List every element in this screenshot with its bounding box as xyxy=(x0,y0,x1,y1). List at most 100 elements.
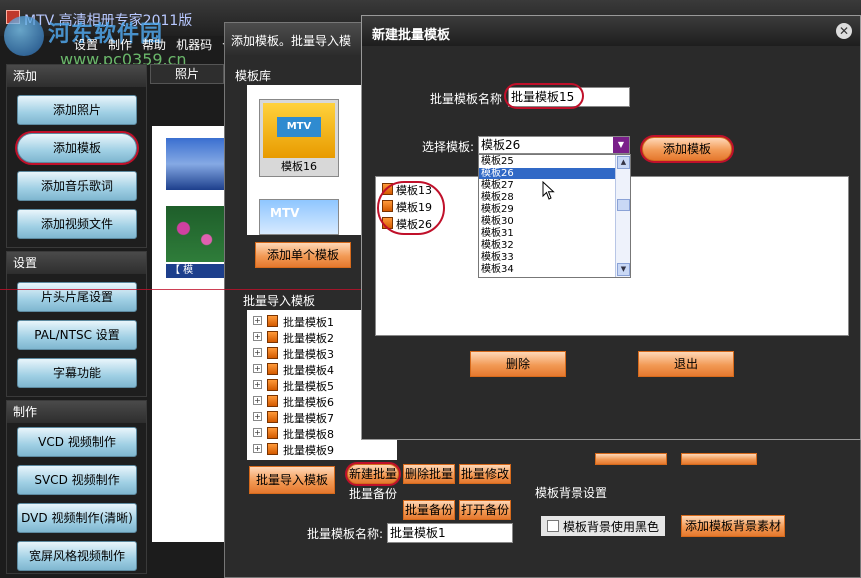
mouse-cursor-icon xyxy=(542,181,555,200)
dropdown-option[interactable]: 模板32 xyxy=(479,240,615,251)
expand-icon[interactable]: + xyxy=(253,444,262,453)
settings-section: 设置 片头片尾设置 PAL/NTSC 设置 字幕功能 xyxy=(6,251,147,397)
expand-icon[interactable]: + xyxy=(253,316,262,325)
template-file-icon xyxy=(267,411,278,423)
chevron-down-icon[interactable]: ▼ xyxy=(613,137,629,153)
batch-template-name-label: 批量模板名称 xyxy=(430,92,503,106)
list-item-label: 批量模板6 xyxy=(283,396,334,409)
delete-button[interactable]: 删除 xyxy=(470,351,566,377)
template-file-icon xyxy=(267,443,278,455)
scroll-up-icon[interactable]: ▲ xyxy=(617,156,630,169)
batch-import-label: 批量导入模板 xyxy=(243,294,316,308)
list-item-label: 批量模板5 xyxy=(283,380,334,393)
dvd-make-button[interactable]: DVD 视频制作(清晰) xyxy=(17,503,137,533)
settings-section-title: 设置 xyxy=(7,252,146,274)
expand-icon[interactable]: + xyxy=(253,380,262,389)
black-background-label: 模板背景使用黑色 xyxy=(563,519,660,534)
close-icon[interactable]: ✕ xyxy=(836,23,852,39)
tab-photos[interactable]: 照片 xyxy=(150,64,224,84)
background-settings-label: 模板背景设置 xyxy=(535,486,608,500)
expand-icon[interactable]: + xyxy=(253,396,262,405)
template-select-value: 模板26 xyxy=(481,138,521,152)
template-file-icon xyxy=(267,395,278,407)
list-item[interactable]: + 批量模板9 xyxy=(251,441,391,457)
template-file-icon xyxy=(267,347,278,359)
add-template-button[interactable]: 添加模板 xyxy=(642,137,732,161)
dropdown-option[interactable]: 模板29 xyxy=(479,204,615,215)
hidden-button[interactable] xyxy=(681,453,757,465)
scroll-down-icon[interactable]: ▼ xyxy=(617,263,630,276)
highlight-circle xyxy=(377,181,445,235)
dropdown-option[interactable]: 模板34 xyxy=(479,264,615,275)
template-window-title: 添加模板。批量导入模 xyxy=(231,34,352,48)
add-music-lyrics-button[interactable]: 添加音乐歌词 xyxy=(17,171,137,201)
list-item-label: 批量模板3 xyxy=(283,348,334,361)
menu-machine-code[interactable]: 机器码 xyxy=(176,36,212,54)
template-preview: MTV xyxy=(263,103,335,158)
template-library: MTV 模板16 MTV xyxy=(247,85,367,235)
batch-name-input[interactable]: 批量模板1 xyxy=(387,523,513,543)
add-template-button[interactable]: 添加模板 xyxy=(17,133,137,163)
add-section-title: 添加 xyxy=(7,65,146,87)
hidden-button[interactable] xyxy=(595,453,667,465)
template-thumbnail[interactable]: MTV xyxy=(259,199,339,235)
pal-ntsc-settings-button[interactable]: PAL/NTSC 设置 xyxy=(17,320,137,350)
photo-thumbnail[interactable] xyxy=(166,206,224,262)
new-batch-template-dialog: 新建批量模板 ✕ 批量模板名称 批量模板15 选择模板: 模板26 ▼ 添加模板… xyxy=(361,15,861,440)
svcd-make-button[interactable]: SVCD 视频制作 xyxy=(17,465,137,495)
exit-button[interactable]: 退出 xyxy=(638,351,734,377)
template-badge: MTV xyxy=(277,117,321,137)
template-select[interactable]: 模板26 ▼ xyxy=(478,136,630,154)
black-background-checkbox[interactable]: 模板背景使用黑色 xyxy=(541,516,666,536)
template-file-icon xyxy=(267,315,278,327)
delete-batch-button[interactable]: 删除批量 xyxy=(403,464,455,484)
select-template-label: 选择模板: xyxy=(422,140,475,154)
template-dropdown[interactable]: 模板25 模板26 模板27 模板28 模板29 模板30 模板31 模板32 … xyxy=(478,154,631,278)
intro-outro-settings-button[interactable]: 片头片尾设置 xyxy=(17,282,137,312)
batch-import-button[interactable]: 批量导入模板 xyxy=(249,466,335,494)
template-thumbnail[interactable]: MTV 模板16 xyxy=(259,99,339,177)
checkbox-box[interactable] xyxy=(547,520,559,532)
menu-help[interactable]: 帮助 xyxy=(142,36,166,54)
expand-icon[interactable]: + xyxy=(253,332,262,341)
dropdown-option[interactable]: 模板31 xyxy=(479,228,615,239)
add-background-material-button[interactable]: 添加模板背景素材 xyxy=(681,515,785,537)
add-video-file-button[interactable]: 添加视频文件 xyxy=(17,209,137,239)
menu-bar: 文件 设置 制作 帮助 机器码 个性 xyxy=(40,36,246,54)
menu-make[interactable]: 制作 xyxy=(108,36,132,54)
subtitle-function-button[interactable]: 字幕功能 xyxy=(17,358,137,388)
add-single-template-button[interactable]: 添加单个模板 xyxy=(255,242,351,268)
batch-name-label: 批量模板名称: xyxy=(307,527,384,541)
expand-icon[interactable]: + xyxy=(253,412,262,421)
highlight-circle xyxy=(504,83,584,109)
dropdown-option[interactable]: 模板25 xyxy=(479,156,615,167)
dropdown-option[interactable]: 模板30 xyxy=(479,216,615,227)
dropdown-option[interactable]: 模板33 xyxy=(479,252,615,263)
batch-backup-label: 批量备份 xyxy=(349,487,398,501)
template-file-icon xyxy=(267,331,278,343)
expand-icon[interactable]: + xyxy=(253,428,262,437)
batch-backup-button[interactable]: 批量备份 xyxy=(403,500,455,520)
scrollbar-thumb[interactable] xyxy=(617,199,630,211)
widescreen-make-button[interactable]: 宽屏风格视频制作 xyxy=(17,541,137,571)
template-caption: 模板16 xyxy=(281,160,317,173)
make-section: 制作 VCD 视频制作 SVCD 视频制作 DVD 视频制作(清晰) 宽屏风格视… xyxy=(6,400,147,574)
photo-list: 【 模 xyxy=(152,126,224,542)
template-file-icon xyxy=(267,379,278,391)
menu-settings[interactable]: 设置 xyxy=(74,36,98,54)
vcd-make-button[interactable]: VCD 视频制作 xyxy=(17,427,137,457)
dropdown-option-selected[interactable]: 模板26 xyxy=(479,168,615,179)
edit-batch-button[interactable]: 批量修改 xyxy=(459,464,511,484)
list-item-label: 批量模板8 xyxy=(283,428,334,441)
template-library-label: 模板库 xyxy=(235,69,272,83)
new-batch-button[interactable]: 新建批量 xyxy=(347,464,399,484)
make-section-title: 制作 xyxy=(7,401,146,423)
add-photo-button[interactable]: 添加照片 xyxy=(17,95,137,125)
expand-icon[interactable]: + xyxy=(253,364,262,373)
open-backup-button[interactable]: 打开备份 xyxy=(459,500,511,520)
photo-thumbnail[interactable] xyxy=(166,138,224,190)
dropdown-scrollbar[interactable]: ▲ ▼ xyxy=(615,155,630,277)
list-item-label: 批量模板7 xyxy=(283,412,334,425)
template-file-icon xyxy=(267,363,278,375)
expand-icon[interactable]: + xyxy=(253,348,262,357)
